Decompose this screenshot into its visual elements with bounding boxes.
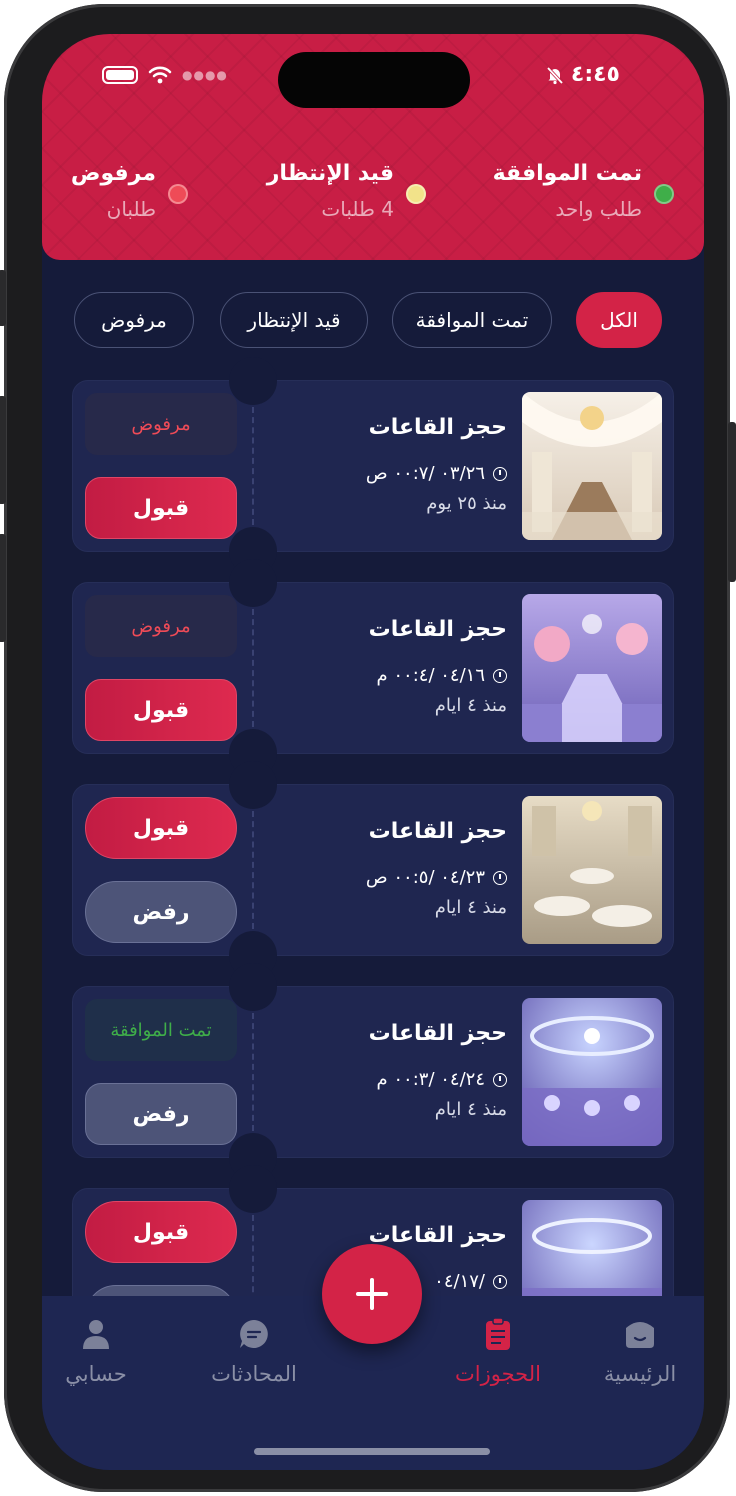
user-icon [83, 1320, 109, 1349]
timer-icon [493, 1072, 507, 1087]
phone-frame: ●●●● ٤:٤٥ تمت الموافقة طلب واحد قيد الإن… [0, 4, 736, 1492]
timer-icon [493, 668, 507, 683]
silent-switch [0, 270, 6, 326]
nav-bookings[interactable]: الحجوزات [438, 1316, 558, 1386]
accept-button[interactable]: قبول [85, 797, 237, 859]
booking-date-text: ٠٤/٢٣ /٠٠:٥ ص [365, 867, 485, 888]
venue-photo [522, 392, 662, 540]
nav-bookings-label: الحجوزات [455, 1362, 541, 1386]
booking-age: منذ ٤ ايام [434, 1099, 507, 1120]
status-badge: تمت الموافقة [85, 999, 237, 1061]
summary-approved-title: تمت الموافقة [492, 161, 642, 186]
app-screen: ●●●● ٤:٤٥ تمت الموافقة طلب واحد قيد الإن… [42, 34, 704, 1470]
status-time: ٤:٤٥ [545, 62, 620, 87]
signal-dots-icon: ●●●● [182, 68, 228, 82]
booking-title: حجز القاعات [368, 1223, 507, 1248]
volume-down-button [0, 534, 6, 642]
pending-dot-icon [406, 184, 426, 204]
summary-pending-title: قيد الإنتظار [266, 161, 394, 186]
summary-rejected-count: طلبان [106, 197, 156, 221]
rejected-dot-icon [168, 184, 188, 204]
booking-title: حجز القاعات [368, 617, 507, 642]
reject-button[interactable]: رفض [85, 881, 237, 943]
booking-card[interactable]: حجز القاعات ٠٤/٢٣ /٠٠:٥ ص منذ ٤ ايام قبو… [72, 761, 674, 979]
booking-date-text: ٠٣/٢٦ /٠٠:٧ ص [365, 463, 485, 484]
booking-card[interactable]: حجز القاعات ٠٤/١٦ /٠٠:٤ م منذ ٤ ايام مرف… [72, 559, 674, 777]
booking-age: منذ ٤ ايام [434, 897, 507, 918]
home-indicator[interactable] [254, 1448, 490, 1455]
venue-photo [522, 998, 662, 1146]
nav-home-label: الرئيسية [603, 1362, 677, 1386]
nav-chats[interactable]: المحادثات [194, 1316, 314, 1386]
booking-title: حجز القاعات [368, 819, 507, 844]
accept-button[interactable]: قبول [85, 1201, 237, 1263]
timer-icon [493, 466, 507, 481]
bell-muted-icon [546, 66, 564, 84]
booking-age: منذ ٢٥ يوم [426, 493, 507, 514]
battery-icon [102, 66, 138, 84]
venue-photo [522, 796, 662, 944]
accept-button[interactable]: قبول [85, 679, 237, 741]
booking-card[interactable]: حجز القاعات ٠٤/٢٤ /٠٠:٣ م منذ ٤ ايام تمت… [72, 963, 674, 1181]
nav-account[interactable]: حسابي [42, 1316, 156, 1386]
status-badge: مرفوض [85, 595, 237, 657]
booking-title: حجز القاعات [368, 415, 507, 440]
filter-all-chip[interactable]: الكل [576, 292, 662, 348]
timer-icon [493, 1274, 507, 1289]
clipboard-icon [486, 1317, 510, 1350]
add-booking-button[interactable] [322, 1244, 422, 1344]
booking-datetime: ٠٤/١٦ /٠٠:٤ م [376, 665, 507, 686]
accept-button[interactable]: قبول [85, 477, 237, 539]
summary-rejected: مرفوض طلبان [71, 158, 188, 224]
booking-title: حجز القاعات [368, 1021, 507, 1046]
filter-approved-chip[interactable]: تمت الموافقة [392, 292, 552, 348]
filter-chips: الكل تمت الموافقة قيد الإنتظار مرفوض [42, 290, 704, 350]
booking-date-text: ٠٤/١٧/ [434, 1271, 485, 1292]
summary-header: ●●●● ٤:٤٥ تمت الموافقة طلب واحد قيد الإن… [42, 34, 704, 260]
booking-datetime: ٠٤/٢٣ /٠٠:٥ ص [366, 867, 507, 888]
filter-pending-chip[interactable]: قيد الإنتظار [220, 292, 368, 348]
booking-date-text: ٠٤/١٦ /٠٠:٤ م [376, 665, 486, 686]
nav-account-label: حسابي [65, 1362, 127, 1386]
plus-icon [356, 1278, 388, 1310]
status-indicators: ●●●● [102, 66, 228, 84]
summary-rejected-title: مرفوض [70, 161, 156, 186]
power-button [728, 422, 736, 582]
approved-dot-icon [654, 184, 674, 204]
clock-text: ٤:٤٥ [570, 62, 620, 87]
booking-datetime: ٠٤/١٧/ [434, 1271, 507, 1292]
booking-datetime: ٠٣/٢٦ /٠٠:٧ ص [366, 463, 507, 484]
chat-icon [240, 1320, 268, 1348]
booking-datetime: ٠٤/٢٤ /٠٠:٣ م [376, 1069, 507, 1090]
wifi-icon [148, 66, 172, 84]
filter-rejected-chip[interactable]: مرفوض [74, 292, 194, 348]
timer-icon [493, 870, 507, 885]
summary-approved-count: طلب واحد [555, 197, 642, 221]
booking-card[interactable]: حجز القاعات ٠٣/٢٦ /٠٠:٧ ص منذ ٢٥ يوم مرف… [72, 357, 674, 575]
venue-photo [522, 594, 662, 742]
status-badge: مرفوض [85, 393, 237, 455]
booking-age: منذ ٤ ايام [434, 695, 507, 716]
summary-pending-count: 4 طلبات [321, 197, 394, 221]
summary-approved: تمت الموافقة طلب واحد [493, 158, 674, 224]
dynamic-island [278, 52, 470, 108]
home-icon [626, 1322, 654, 1348]
booking-date-text: ٠٤/٢٤ /٠٠:٣ م [376, 1069, 486, 1090]
nav-home[interactable]: الرئيسية [580, 1316, 700, 1386]
reject-button[interactable]: رفض [85, 1083, 237, 1145]
volume-up-button [0, 396, 6, 504]
nav-chats-label: المحادثات [211, 1362, 297, 1386]
summary-pending: قيد الإنتظار 4 طلبات [267, 158, 426, 224]
